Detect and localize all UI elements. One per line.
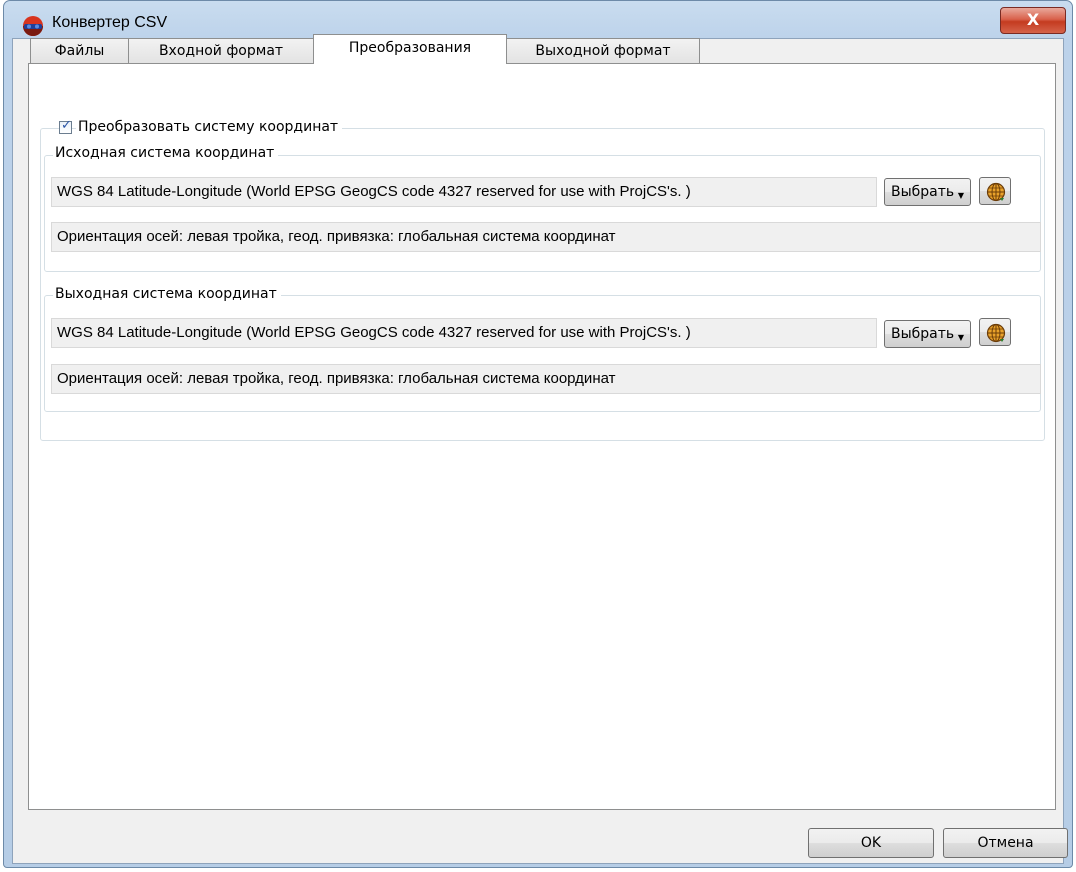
close-icon: X bbox=[1026, 10, 1040, 29]
close-button[interactable]: X bbox=[1000, 7, 1066, 34]
window-title: Конвертер CSV bbox=[52, 14, 168, 31]
target-crs-group bbox=[44, 295, 1041, 412]
chevron-down-icon: ▼ bbox=[957, 333, 964, 342]
tab-input-format-label: Входной формат bbox=[158, 43, 284, 59]
source-crs-globe-button[interactable] bbox=[979, 177, 1011, 205]
cancel-button-label: Отмена bbox=[977, 835, 1034, 851]
chevron-down-icon: ▼ bbox=[957, 191, 964, 200]
app-icon bbox=[23, 16, 43, 36]
source-crs-group bbox=[44, 155, 1041, 272]
source-crs-field[interactable]: WGS 84 Latitude-Longitude (World EPSG Ge… bbox=[51, 177, 877, 207]
ok-button-label: OK bbox=[860, 835, 882, 851]
tab-output-format[interactable]: Выходной формат bbox=[506, 38, 700, 63]
convert-crs-label[interactable]: Преобразовать систему координат bbox=[76, 119, 343, 135]
cancel-button[interactable]: Отмена bbox=[943, 828, 1068, 858]
target-crs-field[interactable]: WGS 84 Latitude-Longitude (World EPSG Ge… bbox=[51, 318, 877, 348]
globe-icon bbox=[986, 323, 1006, 343]
tab-input-format[interactable]: Входной формат bbox=[128, 38, 314, 63]
convert-crs-checkbox[interactable]: ✓ bbox=[59, 118, 72, 134]
tab-transformations-label: Преобразования bbox=[348, 40, 472, 56]
source-crs-legend: Исходная система координат bbox=[53, 145, 279, 161]
tab-files[interactable]: Файлы bbox=[30, 38, 129, 63]
target-crs-globe-button[interactable] bbox=[979, 318, 1011, 346]
source-crs-select-label: Выбрать bbox=[891, 184, 955, 200]
check-icon: ✓ bbox=[61, 118, 72, 133]
target-crs-info: Ориентация осей: левая тройка, геод. при… bbox=[51, 364, 1041, 394]
globe-icon bbox=[986, 182, 1006, 202]
target-crs-legend: Выходная система координат bbox=[53, 286, 281, 302]
ok-button[interactable]: OK bbox=[808, 828, 934, 858]
title-bar[interactable]: Конвертер CSV X bbox=[4, 1, 1072, 43]
source-crs-select-button[interactable]: Выбрать ▼ bbox=[884, 178, 971, 206]
target-crs-select-label: Выбрать bbox=[891, 326, 955, 342]
tab-transformations[interactable]: Преобразования bbox=[313, 34, 507, 64]
tab-panel-transformations: ✓ Преобразовать систему координат Исходн… bbox=[28, 63, 1056, 810]
tab-files-label: Файлы bbox=[54, 43, 105, 59]
source-crs-info: Ориентация осей: левая тройка, геод. при… bbox=[51, 222, 1041, 252]
tab-output-format-label: Выходной формат bbox=[535, 43, 671, 59]
target-crs-select-button[interactable]: Выбрать ▼ bbox=[884, 320, 971, 348]
